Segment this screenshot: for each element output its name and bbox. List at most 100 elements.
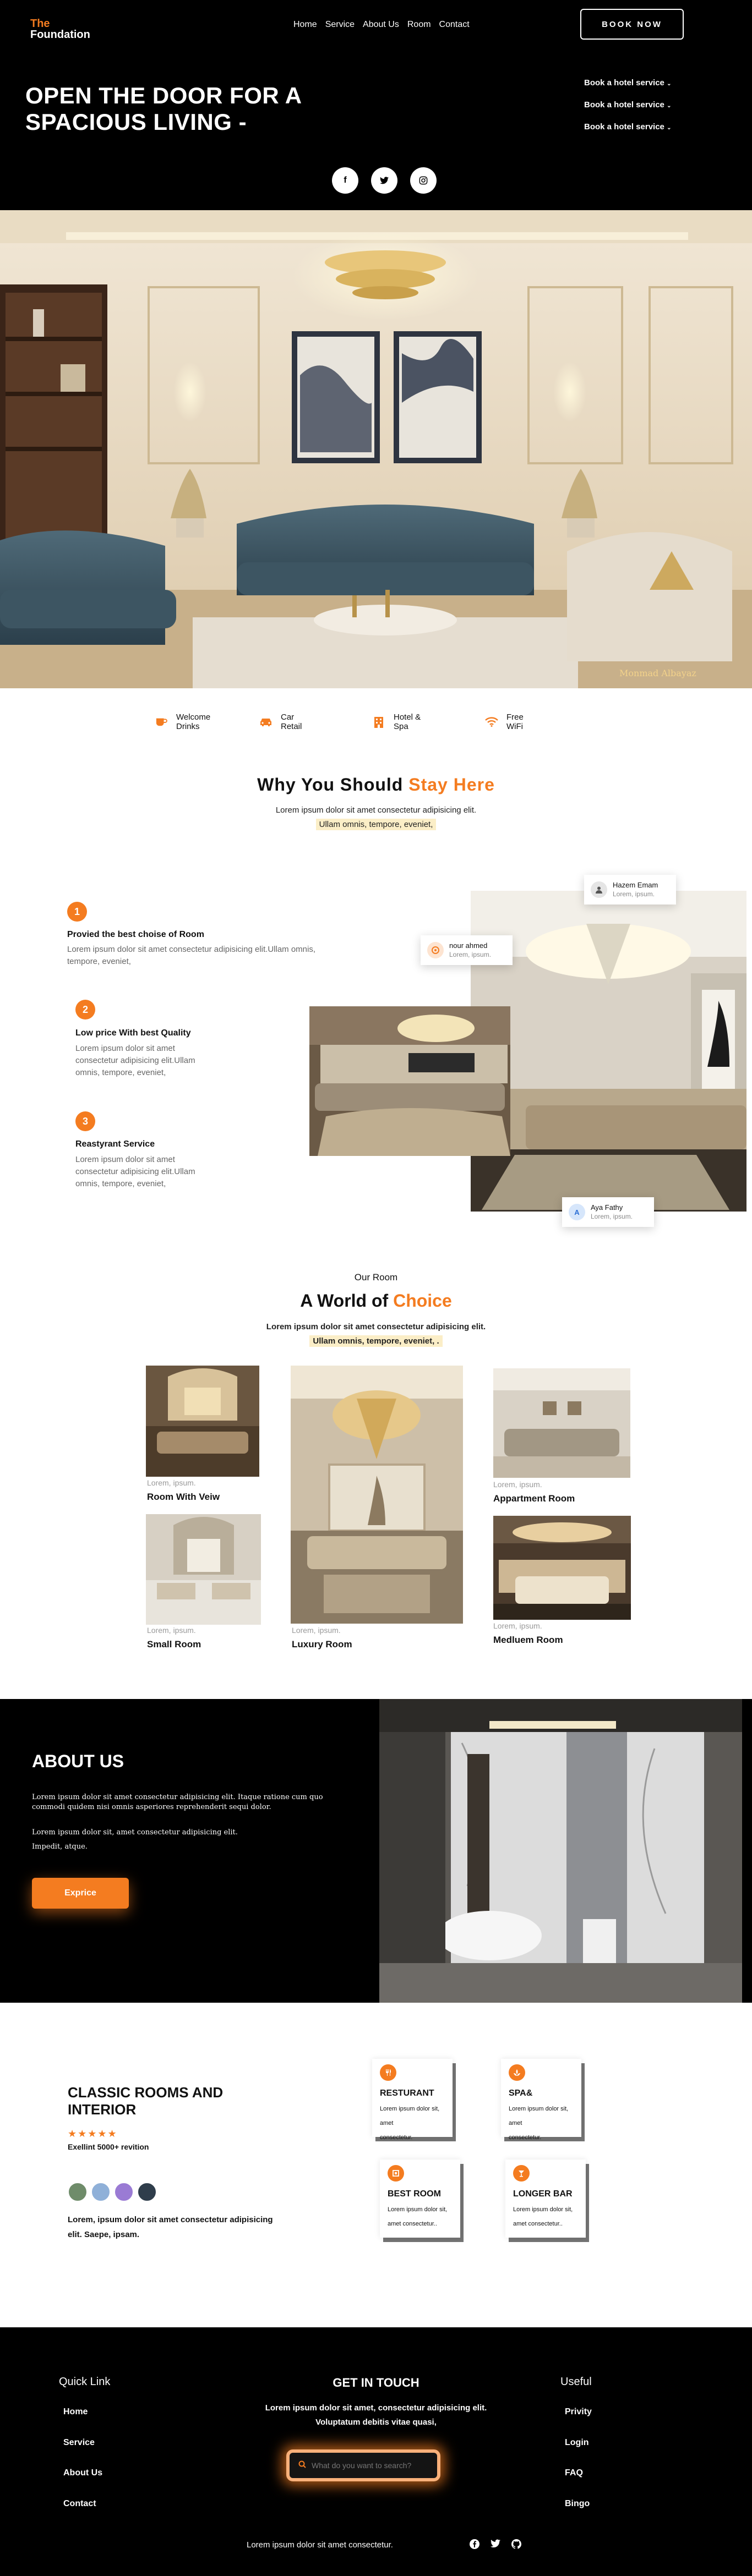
feature-line1: Hotel & <box>394 712 421 722</box>
service-desc-line2: consectetur. <box>509 2134 542 2141</box>
room-image-small[interactable] <box>146 1514 261 1625</box>
avatar <box>68 2182 88 2202</box>
reason-number: 2 <box>75 1000 95 1020</box>
reviewer-name: nour ahmed <box>449 941 488 950</box>
rooms-subtitle: Lorem ipsum dolor sit amet consectetur a… <box>0 1320 752 1349</box>
hero-socials: f <box>332 167 437 194</box>
classic-title-line1: CLASSIC ROOMS AND <box>68 2084 224 2101</box>
reviewer-text: Lorem, ipsum. <box>449 951 492 958</box>
reason-title: Reastyrant Service <box>75 1139 155 1149</box>
service-desc-line1: Lorem ipsum dolor sit, amet <box>380 2106 440 2126</box>
why-subtitle: Lorem ipsum dolor sit amet consectetur a… <box>0 803 752 832</box>
feature-free-wifi: Free WiFi <box>484 712 524 731</box>
reviewer-text: Lorem, ipsum. <box>591 1213 633 1220</box>
about-p2-line1: Lorem ipsum dolor sit, amet consectetur … <box>32 1828 238 1837</box>
feature-line2: Retail <box>281 722 302 731</box>
footer-link-about[interactable]: About Us <box>63 2468 102 2478</box>
feature-line1: Welcome <box>176 712 211 722</box>
room-image-apartment[interactable] <box>493 1368 630 1478</box>
footer-link-faq[interactable]: FAQ <box>565 2468 583 2478</box>
feature-car-retail: Car Retail <box>259 712 302 731</box>
service-card-restaurant[interactable]: RESTURANT Lorem ipsum dolor sit, amet con… <box>372 2059 453 2141</box>
twitter-icon[interactable] <box>491 2539 500 2552</box>
service-card-spa[interactable]: SPA& Lorem ipsum dolor sit, amet consecte… <box>501 2059 581 2141</box>
service-card-longer-bar[interactable]: LONGER BAR Lorem ipsum dolor sit, amet co… <box>505 2160 586 2238</box>
room-name[interactable]: Room With Veiw <box>147 1492 220 1503</box>
avatar: A <box>569 1204 585 1220</box>
service-desc-line1: Lorem ipsum dolor sit, <box>388 2206 448 2213</box>
reason-desc: Lorem ipsum dolor sit amet consectetur a… <box>75 1044 195 1077</box>
room-name[interactable]: Small Room <box>147 1639 201 1650</box>
avatar <box>427 942 444 958</box>
footer-link-login[interactable]: Login <box>565 2438 589 2448</box>
book-now-button[interactable]: BOOK NOW <box>580 9 684 40</box>
search-input[interactable] <box>312 2461 427 2470</box>
book-service-dropdown-1[interactable]: Book a hotel service ⌄ <box>584 78 671 87</box>
reason-number: 1 <box>67 902 87 922</box>
book-service-dropdown-2[interactable]: Book a hotel service ⌄ <box>584 100 671 109</box>
about-p2-line2: Impedit, atque. <box>32 1843 88 1851</box>
instagram-icon[interactable] <box>410 167 437 194</box>
classic-desc-line2: elit. Saepe, ipsam. <box>68 2230 140 2239</box>
service-desc: Lorem ipsum dolor sit, amet consectetur. <box>380 2102 445 2145</box>
get-in-touch-line2: Voluptatum debitis vitae quasi, <box>315 2418 437 2427</box>
footer-link-privity[interactable]: Privity <box>565 2407 592 2417</box>
nav-about[interactable]: About Us <box>363 20 399 30</box>
reviewer-card-hazem: Hazem Emam Lorem, ipsum. <box>584 875 676 905</box>
site-header: The Foundation Home Service About Us Roo… <box>0 0 752 210</box>
room-caption: Lorem, ipsum. <box>292 1626 341 1635</box>
rooms-title-a: A World of <box>300 1291 389 1311</box>
site-footer: Quick Link Home Service About Us Contact… <box>0 2327 752 2576</box>
logo-the: The <box>30 18 50 30</box>
footer-link-service[interactable]: Service <box>63 2438 95 2448</box>
avatar <box>137 2182 157 2202</box>
cup-icon <box>154 715 168 729</box>
room-name[interactable]: Luxury Room <box>292 1639 352 1650</box>
feature-line1: Car <box>281 712 295 722</box>
chevron-down-icon: ⌄ <box>667 125 672 131</box>
book-service-label: Book a hotel service <box>584 122 664 131</box>
facebook-icon[interactable] <box>470 2539 479 2552</box>
room-image-luxury[interactable] <box>291 1366 463 1624</box>
service-desc-line2: amet consectetur.. <box>388 2221 437 2227</box>
feature-line2: Drinks <box>176 722 200 731</box>
service-desc-line1: Lorem ipsum dolor sit, <box>513 2206 573 2213</box>
book-service-dropdown-3[interactable]: Book a hotel service ⌄ <box>584 122 671 131</box>
reason-number: 3 <box>75 1111 95 1131</box>
service-title: SPA& <box>509 2089 533 2098</box>
hotel-icon <box>372 715 386 729</box>
service-title: LONGER BAR <box>513 2189 573 2199</box>
nav-room[interactable]: Room <box>407 20 431 30</box>
room-name[interactable]: Medluem Room <box>493 1635 563 1646</box>
room-caption: Lorem, ipsum. <box>147 1478 196 1487</box>
chevron-down-icon: ⌄ <box>667 103 672 109</box>
room-image-medium[interactable] <box>493 1516 631 1620</box>
room-image-view[interactable] <box>146 1366 259 1477</box>
why-sub2: Ullam omnis, tempore, eveniet, <box>315 819 437 830</box>
why-title: Why You Should Stay Here <box>0 775 752 795</box>
service-desc: Lorem ipsum dolor sit, amet consectetur. <box>509 2102 574 2145</box>
github-icon[interactable] <box>511 2539 521 2552</box>
main-nav: Home Service About Us Room Contact <box>293 20 470 30</box>
footer-link-bingo[interactable]: Bingo <box>565 2499 590 2509</box>
site-logo[interactable]: The Foundation <box>30 18 90 40</box>
search-box[interactable] <box>286 2449 440 2481</box>
car-icon <box>259 715 273 729</box>
nav-service[interactable]: Service <box>325 20 355 30</box>
twitter-icon[interactable] <box>371 167 397 194</box>
nav-home[interactable]: Home <box>293 20 317 30</box>
footer-link-contact[interactable]: Contact <box>63 2499 96 2509</box>
explore-button[interactable]: Exprice <box>32 1878 129 1909</box>
bathroom-image <box>379 1699 742 2003</box>
nav-contact[interactable]: Contact <box>439 20 470 30</box>
service-card-best-room[interactable]: BEST ROOM Lorem ipsum dolor sit, amet con… <box>380 2160 460 2238</box>
about-paragraph-1: Lorem ipsum dolor sit amet consectetur a… <box>32 1793 323 1811</box>
classic-desc-line1: Lorem, ipsum dolor sit amet consectetur … <box>68 2215 273 2224</box>
room-name[interactable]: Appartment Room <box>493 1493 575 1504</box>
feature-line2: Spa <box>394 722 408 731</box>
service-desc-line2: consectetur. <box>380 2134 413 2141</box>
facebook-icon[interactable]: f <box>332 167 358 194</box>
why-title-b: Stay Here <box>408 775 495 794</box>
book-service-label: Book a hotel service <box>584 100 664 109</box>
feature-welcome-drinks: Welcome Drinks <box>154 712 210 731</box>
